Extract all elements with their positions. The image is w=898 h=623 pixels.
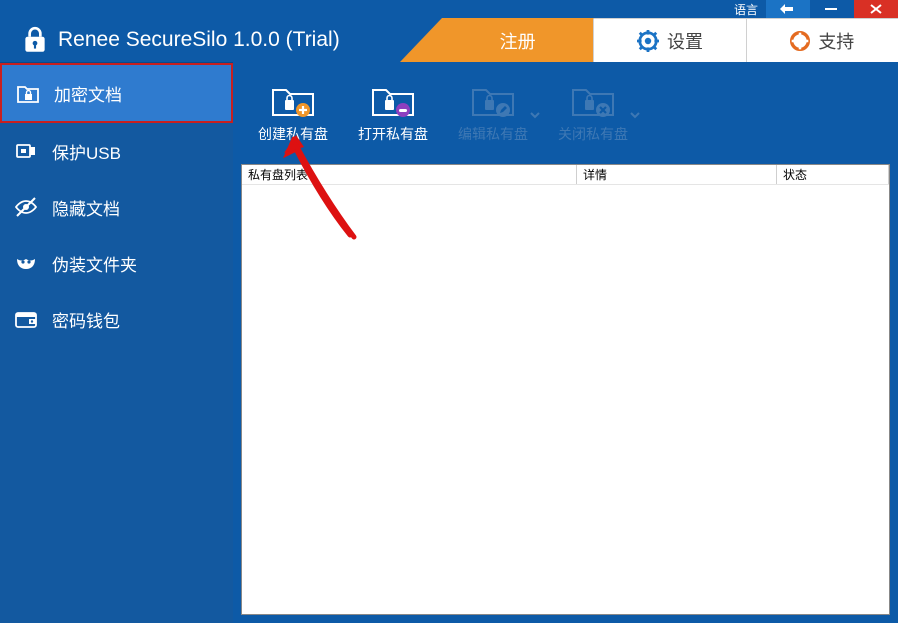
tab-settings-label: 设置 bbox=[667, 28, 703, 54]
sidebar-item-label: 密码钱包 bbox=[52, 307, 120, 332]
sidebar-item-label: 隐藏文档 bbox=[52, 195, 120, 220]
usb-icon bbox=[14, 139, 38, 163]
app-title: Renee SecureSilo 1.0.0 (Trial) bbox=[58, 28, 340, 52]
list-header: 私有盘列表 详情 状态 bbox=[242, 165, 889, 185]
folder-add-icon bbox=[271, 82, 315, 118]
minimize-button[interactable] bbox=[810, 0, 854, 18]
tab-support-label: 支持 bbox=[818, 28, 854, 54]
mask-icon bbox=[14, 251, 38, 275]
folder-lock-icon bbox=[16, 81, 40, 105]
sidebar-item-hide-doc[interactable]: 隐藏文档 bbox=[0, 179, 233, 235]
gear-icon bbox=[637, 30, 659, 52]
tab-register-label: 注册 bbox=[500, 28, 536, 54]
sidebar-item-protect-usb[interactable]: 保护USB bbox=[0, 123, 233, 179]
toolbar-button-label: 创建私有盘 bbox=[258, 124, 328, 144]
close-button[interactable] bbox=[854, 0, 898, 18]
language-label[interactable]: 语言 bbox=[734, 0, 766, 18]
content-panel: 创建私有盘 打开私有盘 bbox=[233, 62, 898, 623]
lifebuoy-icon bbox=[790, 31, 810, 51]
header-tabs: 注册 设置 支持 bbox=[442, 18, 898, 62]
wallet-icon bbox=[14, 307, 38, 331]
toolbar: 创建私有盘 打开私有盘 bbox=[233, 62, 898, 164]
tab-register[interactable]: 注册 bbox=[442, 18, 594, 62]
back-button[interactable] bbox=[766, 0, 810, 18]
sidebar-item-password-wallet[interactable]: 密码钱包 bbox=[0, 291, 233, 347]
sidebar-item-disguise-folder[interactable]: 伪装文件夹 bbox=[0, 235, 233, 291]
app-title-area: Renee SecureSilo 1.0.0 (Trial) bbox=[0, 25, 400, 55]
sidebar-item-label: 加密文档 bbox=[54, 81, 122, 106]
tab-settings[interactable]: 设置 bbox=[594, 18, 746, 62]
toolbar-open-disk[interactable]: 打开私有盘 bbox=[343, 62, 443, 164]
chevron-down-icon bbox=[529, 108, 541, 124]
column-header-detail[interactable]: 详情 bbox=[577, 165, 777, 184]
toolbar-button-label: 关闭私有盘 bbox=[558, 124, 628, 144]
private-disk-listview[interactable]: 私有盘列表 详情 状态 bbox=[241, 164, 890, 615]
sidebar-item-label: 伪装文件夹 bbox=[52, 251, 137, 276]
toolbar-button-label: 编辑私有盘 bbox=[458, 124, 528, 144]
folder-open-lock-icon bbox=[371, 82, 415, 118]
title-bar: Renee SecureSilo 1.0.0 (Trial) 注册 设置 bbox=[0, 18, 898, 62]
folder-edit-icon bbox=[471, 82, 515, 118]
toolbar-create-disk[interactable]: 创建私有盘 bbox=[243, 62, 343, 164]
list-panel-wrap: 私有盘列表 详情 状态 bbox=[233, 164, 898, 623]
tab-support[interactable]: 支持 bbox=[747, 18, 898, 62]
window-controls-strip: 语言 bbox=[0, 0, 898, 18]
main-area: 加密文档 保护USB 隐藏文档 伪装文件夹 密码钱包 bbox=[0, 62, 898, 623]
sidebar-item-label: 保护USB bbox=[52, 139, 121, 164]
sidebar: 加密文档 保护USB 隐藏文档 伪装文件夹 密码钱包 bbox=[0, 62, 233, 623]
column-header-status[interactable]: 状态 bbox=[777, 165, 889, 184]
sidebar-item-encrypt-doc[interactable]: 加密文档 bbox=[0, 63, 233, 123]
folder-close-icon bbox=[571, 82, 615, 118]
lock-icon bbox=[22, 25, 48, 55]
title-wedge bbox=[400, 18, 442, 62]
column-header-name[interactable]: 私有盘列表 bbox=[242, 165, 577, 184]
toolbar-edit-disk: 编辑私有盘 bbox=[443, 62, 543, 164]
chevron-down-icon bbox=[629, 108, 641, 124]
toolbar-button-label: 打开私有盘 bbox=[358, 124, 428, 144]
eye-off-icon bbox=[14, 195, 38, 219]
toolbar-close-disk: 关闭私有盘 bbox=[543, 62, 643, 164]
